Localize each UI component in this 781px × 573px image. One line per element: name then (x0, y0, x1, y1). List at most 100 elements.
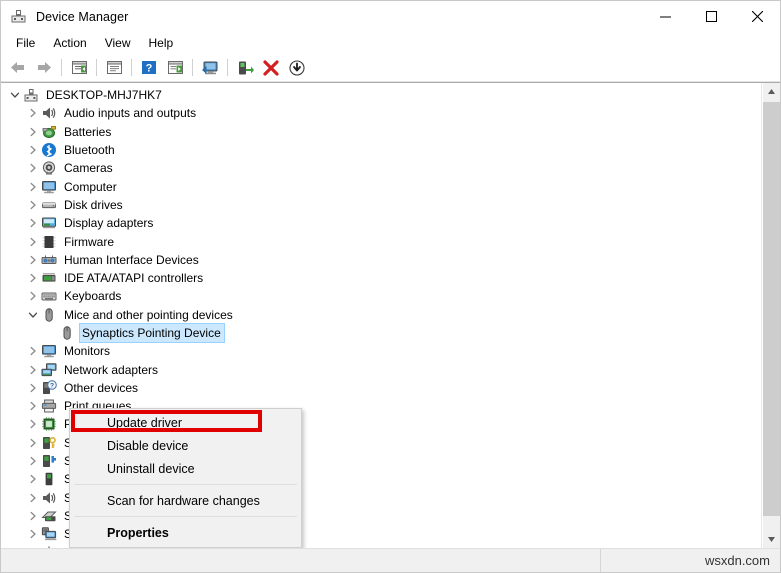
chevron-right-icon[interactable] (25, 365, 41, 375)
ide-controller-icon (41, 270, 57, 286)
tree-node[interactable]: Display adapters (1, 214, 761, 232)
back-button[interactable] (6, 56, 30, 79)
chevron-right-icon[interactable] (25, 419, 41, 429)
minimize-button[interactable] (642, 1, 688, 32)
tree-root-node[interactable]: DESKTOP-MHJ7HK7 (1, 86, 761, 104)
tree-node[interactable]: Cameras (1, 159, 761, 177)
tree-node[interactable]: Human Interface Devices (1, 251, 761, 269)
tree-node-label: Cameras (64, 161, 113, 176)
context-menu-item-uninstall-device[interactable]: Uninstall device (70, 457, 301, 480)
tree-node[interactable]: Bluetooth (1, 141, 761, 159)
context-menu-item-properties[interactable]: Properties (70, 521, 301, 544)
chevron-right-icon[interactable] (25, 438, 41, 448)
action-play-button[interactable] (163, 56, 187, 79)
tree-node[interactable]: Firmware (1, 232, 761, 250)
other-device-question-icon: ? (41, 380, 57, 396)
printer-icon (41, 398, 57, 414)
speaker-icon (41, 105, 57, 121)
computer-root-icon (23, 87, 39, 103)
chevron-right-icon[interactable] (25, 474, 41, 484)
tree-node-label: Display adapters (64, 216, 154, 231)
maximize-button[interactable] (688, 1, 734, 32)
help-button[interactable]: ? (137, 56, 161, 79)
chevron-right-icon[interactable] (25, 218, 41, 228)
camera-icon (41, 160, 57, 176)
software-component-icon (41, 453, 57, 469)
chevron-right-icon[interactable] (25, 108, 41, 118)
tree-node[interactable]: ? Other devices (1, 379, 761, 397)
context-menu-item-scan-for-hardware-changes[interactable]: Scan for hardware changes (70, 489, 301, 512)
tree-node-label: Synaptics Pointing Device (79, 323, 225, 343)
window-controls (642, 1, 780, 32)
menu-file[interactable]: File (7, 34, 44, 52)
close-button[interactable] (734, 1, 780, 32)
tree-node[interactable]: Keyboards (1, 287, 761, 305)
update-driver-button[interactable] (233, 56, 257, 79)
tree-node[interactable]: IDE ATA/ATAPI controllers (1, 269, 761, 287)
scan-hardware-changes-button[interactable] (198, 56, 222, 79)
window-title: Device Manager (36, 9, 129, 24)
tree-node[interactable]: Audio inputs and outputs (1, 104, 761, 122)
tree-node[interactable]: Batteries (1, 123, 761, 141)
tree-node-label: IDE ATA/ATAPI controllers (64, 271, 204, 286)
context-menu-separator (74, 516, 297, 517)
tree-node-label: Monitors (64, 344, 111, 359)
chevron-right-icon[interactable] (25, 383, 41, 393)
svg-text:?: ? (50, 382, 54, 389)
chevron-right-icon[interactable] (25, 511, 41, 521)
scrollbar-thumb[interactable] (763, 102, 780, 516)
scrollbar-track[interactable] (763, 100, 780, 531)
console-tree-button[interactable] (67, 56, 91, 79)
chevron-right-icon[interactable] (25, 200, 41, 210)
firmware-chip-icon (41, 234, 57, 250)
disable-device-button[interactable] (285, 56, 309, 79)
chevron-right-icon[interactable] (25, 182, 41, 192)
network-adapter-icon (41, 362, 57, 378)
chevron-right-icon[interactable] (25, 529, 41, 539)
title-bar: Device Manager (1, 1, 780, 32)
menu-action[interactable]: Action (44, 34, 95, 52)
chevron-right-icon[interactable] (25, 145, 41, 155)
svg-text:?: ? (146, 63, 153, 75)
context-menu[interactable]: Update driver Disable device Uninstall dev… (69, 408, 302, 548)
chevron-down-icon[interactable] (7, 90, 23, 100)
chevron-right-icon[interactable] (25, 291, 41, 301)
status-bar: wsxdn.com (1, 548, 780, 572)
scroll-down-button[interactable] (763, 531, 780, 548)
chevron-right-icon[interactable] (25, 346, 41, 356)
tree-node[interactable]: Network adapters (1, 360, 761, 378)
tree-node-label: Audio inputs and outputs (64, 106, 197, 121)
uninstall-device-button[interactable] (259, 56, 283, 79)
chevron-right-icon[interactable] (25, 401, 41, 411)
vertical-scrollbar[interactable] (762, 83, 780, 548)
processor-icon (41, 416, 57, 432)
chevron-right-icon[interactable] (25, 127, 41, 137)
chevron-right-icon[interactable] (25, 493, 41, 503)
tree-node[interactable]: Synaptics Pointing Device (1, 323, 761, 343)
tree-node-label: Firmware (64, 234, 114, 249)
chevron-right-icon[interactable] (25, 456, 41, 466)
tree-node[interactable]: Disk drives (1, 196, 761, 214)
tree-node-label: DESKTOP-MHJ7HK7 (46, 88, 162, 103)
toolbar-separator-2 (96, 59, 97, 76)
chevron-down-icon[interactable] (25, 310, 41, 320)
device-manager-window: Device Manager File Action View Help ? D… (0, 0, 781, 573)
toolbar: ? (1, 54, 780, 82)
battery-icon (41, 124, 57, 140)
chevron-right-icon[interactable] (25, 255, 41, 265)
tree-node[interactable]: Monitors (1, 342, 761, 360)
context-menu-item-update-driver[interactable]: Update driver (70, 411, 301, 434)
forward-button[interactable] (32, 56, 56, 79)
monitor-icon (41, 179, 57, 195)
menu-bar: File Action View Help (1, 32, 780, 54)
tree-node[interactable]: Computer (1, 177, 761, 195)
scroll-up-button[interactable] (763, 83, 780, 100)
chevron-right-icon[interactable] (25, 237, 41, 247)
context-menu-item-disable-device[interactable]: Disable device (70, 434, 301, 457)
chevron-right-icon[interactable] (25, 273, 41, 283)
tree-node[interactable]: Mice and other pointing devices (1, 306, 761, 324)
chevron-right-icon[interactable] (25, 163, 41, 173)
menu-help[interactable]: Help (140, 34, 183, 52)
properties-button[interactable] (102, 56, 126, 79)
menu-view[interactable]: View (96, 34, 140, 52)
